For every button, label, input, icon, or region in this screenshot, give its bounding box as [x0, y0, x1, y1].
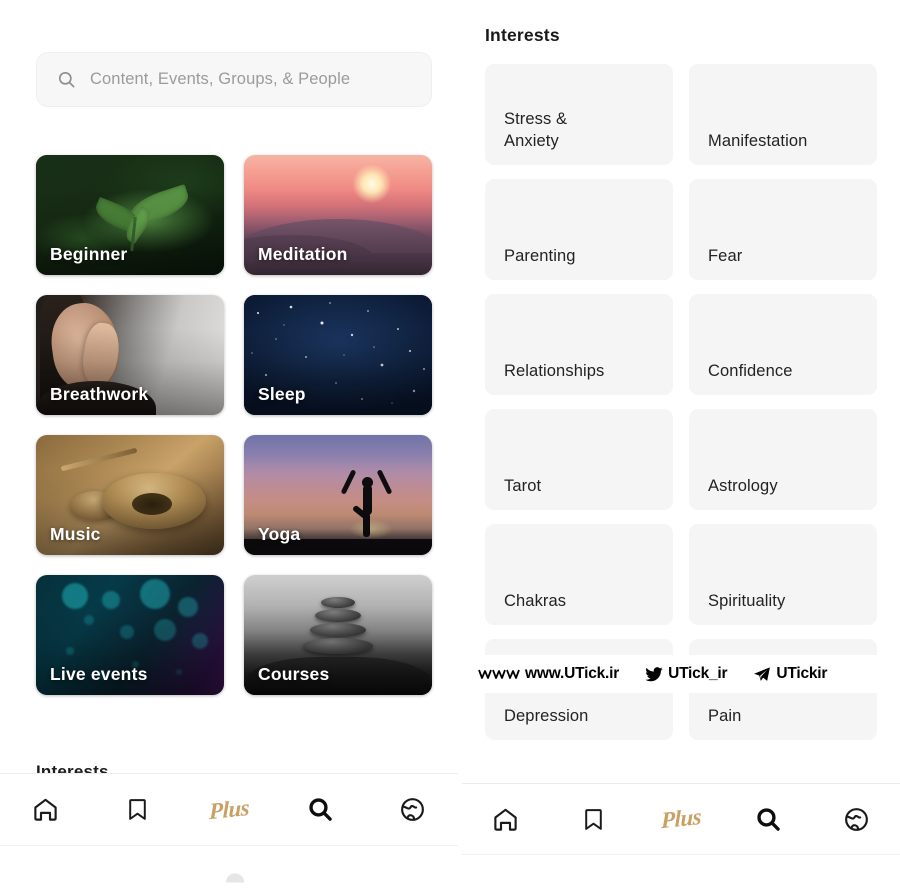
partial-globe-icon: [225, 873, 245, 883]
interest-tile-stress-anxiety[interactable]: Stress & Anxiety: [485, 64, 673, 165]
left-panel-discover: Beginner Meditation Breathwork: [0, 0, 458, 891]
bookmark-icon: [585, 808, 602, 830]
nav-search-button[interactable]: [293, 782, 349, 838]
category-label: Breathwork: [50, 384, 149, 404]
interest-tile-tarot[interactable]: Tarot: [485, 409, 673, 510]
search-input[interactable]: [90, 70, 420, 89]
nav-discover-button[interactable]: [384, 782, 440, 838]
home-icon: [34, 798, 57, 821]
right-bottom-navbar: Plus: [462, 783, 900, 855]
interest-tile-astrology[interactable]: Astrology: [689, 409, 877, 510]
category-label: Meditation: [258, 244, 348, 264]
interest-label: Pain: [708, 707, 742, 726]
nav-plus-button[interactable]: Plus: [653, 791, 709, 847]
interest-tile-parenting[interactable]: Parenting: [485, 179, 673, 280]
search-bar[interactable]: [36, 52, 432, 107]
interest-label: Relationships: [504, 362, 605, 381]
interest-label: Chakras: [504, 592, 567, 611]
home-icon: [494, 808, 517, 831]
nav-home-button[interactable]: [18, 782, 74, 838]
category-label: Sleep: [258, 384, 306, 404]
nav-bookmark-button[interactable]: [565, 791, 621, 847]
globe-icon: [844, 807, 868, 831]
category-label: Beginner: [50, 244, 128, 264]
interest-label: Confidence: [708, 362, 793, 381]
interest-label: Stress & Anxiety: [504, 110, 568, 151]
interest-tile-grid: Stress & Anxiety Manifestation Parenting…: [485, 64, 877, 740]
category-card-beginner[interactable]: Beginner: [36, 155, 224, 275]
interest-tile-confidence[interactable]: Confidence: [689, 294, 877, 395]
interest-label: Parenting: [504, 247, 576, 266]
interest-label: Fear: [708, 247, 743, 266]
interest-label: Manifestation: [708, 132, 808, 151]
category-card-breathwork[interactable]: Breathwork: [36, 295, 224, 415]
category-label: Courses: [258, 664, 330, 684]
category-card-music[interactable]: Music: [36, 435, 224, 555]
watermark-band-background: [462, 655, 900, 693]
search-icon: [58, 71, 75, 88]
interest-label: Tarot: [504, 477, 542, 496]
left-bottom-navbar: Plus: [0, 773, 458, 845]
nav-search-button[interactable]: [741, 791, 797, 847]
category-card-grid: Beginner Meditation Breathwork Sleep Mus…: [36, 155, 432, 695]
panel-divider: [458, 0, 462, 891]
category-card-sleep[interactable]: Sleep: [244, 295, 432, 415]
interests-heading: Interests: [485, 25, 560, 45]
search-icon: [757, 807, 780, 831]
interest-label: Astrology: [708, 477, 778, 496]
nav-plus-button[interactable]: Plus: [201, 782, 257, 838]
interest-tile-relationships[interactable]: Relationships: [485, 294, 673, 395]
nav-home-button[interactable]: [478, 791, 534, 847]
search-icon: [309, 798, 332, 821]
category-label: Music: [50, 524, 101, 544]
interest-tile-manifestation[interactable]: Manifestation: [689, 64, 877, 165]
interest-tile-chakras[interactable]: Chakras: [485, 524, 673, 625]
right-panel-interests: Interests Stress & Anxiety Manifestation…: [462, 0, 900, 891]
nav-discover-button[interactable]: [828, 791, 884, 847]
app-root: Beginner Meditation Breathwork: [0, 0, 900, 891]
bookmark-icon: [129, 799, 146, 820]
plus-text: Plus: [661, 803, 701, 834]
category-card-live-events[interactable]: Live events: [36, 575, 224, 695]
interest-label: Spirituality: [708, 592, 786, 611]
interest-label: Depression: [504, 707, 589, 726]
nav-bookmark-button[interactable]: [109, 782, 165, 838]
category-card-meditation[interactable]: Meditation: [244, 155, 432, 275]
category-card-courses[interactable]: Courses: [244, 575, 432, 695]
plus-text: Plus: [209, 794, 249, 824]
category-label: Yoga: [258, 524, 301, 544]
globe-icon: [400, 798, 424, 821]
category-label: Live events: [50, 664, 148, 684]
interest-tile-spirituality[interactable]: Spirituality: [689, 524, 877, 625]
interest-tile-fear[interactable]: Fear: [689, 179, 877, 280]
category-card-yoga[interactable]: Yoga: [244, 435, 432, 555]
